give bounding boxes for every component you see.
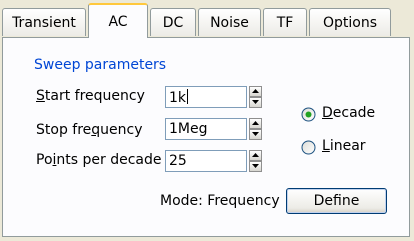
start-frequency-label: Start frequency bbox=[36, 88, 145, 104]
tab-transient[interactable]: Transient bbox=[2, 8, 86, 36]
mnemonic: q bbox=[91, 122, 101, 138]
linear-radio[interactable] bbox=[301, 140, 316, 155]
tab-label: DC bbox=[162, 14, 184, 31]
points-per-decade-input[interactable]: 25 bbox=[165, 150, 247, 172]
spin-up-icon[interactable] bbox=[249, 150, 262, 161]
tab-tf[interactable]: TF bbox=[263, 8, 307, 36]
mnemonic: S bbox=[36, 88, 45, 104]
tab-noise[interactable]: Noise bbox=[198, 8, 261, 36]
tab-ac[interactable]: AC bbox=[88, 3, 148, 38]
tab-options[interactable]: Options bbox=[309, 8, 391, 36]
decade-radio[interactable] bbox=[301, 107, 316, 122]
tab-dc[interactable]: DC bbox=[150, 8, 196, 36]
points-per-decade-spinner[interactable] bbox=[249, 150, 262, 172]
tab-label: AC bbox=[108, 13, 128, 30]
spin-up-icon[interactable] bbox=[249, 118, 262, 129]
label-text: Po bbox=[36, 152, 53, 168]
tab-label: Transient bbox=[12, 14, 76, 31]
spin-down-icon[interactable] bbox=[249, 129, 262, 140]
tab-label: TF bbox=[276, 14, 294, 31]
spin-down-icon[interactable] bbox=[249, 161, 262, 172]
define-button[interactable]: Define bbox=[286, 188, 387, 214]
tab-strip: Transient AC DC Noise TF Options bbox=[0, 0, 414, 38]
start-frequency-spinner[interactable] bbox=[249, 86, 262, 108]
label-text: inear bbox=[329, 138, 366, 154]
decade-label[interactable]: Decade bbox=[322, 105, 375, 121]
label-text: nts per decade bbox=[56, 152, 162, 168]
field-value: 1k bbox=[169, 90, 187, 106]
tab-label: Options bbox=[322, 14, 378, 31]
spin-up-icon[interactable] bbox=[249, 86, 262, 97]
stop-frequency-label: Stop frequency bbox=[36, 122, 143, 138]
field-value: 25 bbox=[169, 153, 187, 169]
tab-label: Noise bbox=[210, 14, 249, 31]
label-text: Stop fre bbox=[36, 122, 92, 138]
mnemonic: L bbox=[322, 138, 330, 154]
points-per-decade-label: Points per decade bbox=[36, 152, 162, 168]
button-label: Define bbox=[313, 193, 360, 209]
label-text: uency bbox=[100, 122, 143, 138]
mode-label: Mode: Frequency bbox=[160, 193, 280, 209]
stop-frequency-spinner[interactable] bbox=[249, 118, 262, 140]
start-frequency-input[interactable]: 1k bbox=[165, 86, 247, 108]
spin-down-icon[interactable] bbox=[249, 97, 262, 108]
field-value: 1Meg bbox=[169, 121, 208, 137]
mnemonic: D bbox=[322, 105, 333, 121]
group-title: Sweep parameters bbox=[31, 57, 170, 73]
radio-selected-dot-icon bbox=[305, 111, 312, 118]
text-caret bbox=[187, 89, 189, 104]
label-text: tart frequency bbox=[44, 88, 145, 104]
label-text: ecade bbox=[332, 105, 376, 121]
stop-frequency-input[interactable]: 1Meg bbox=[165, 118, 247, 140]
linear-label[interactable]: Linear bbox=[322, 138, 366, 154]
